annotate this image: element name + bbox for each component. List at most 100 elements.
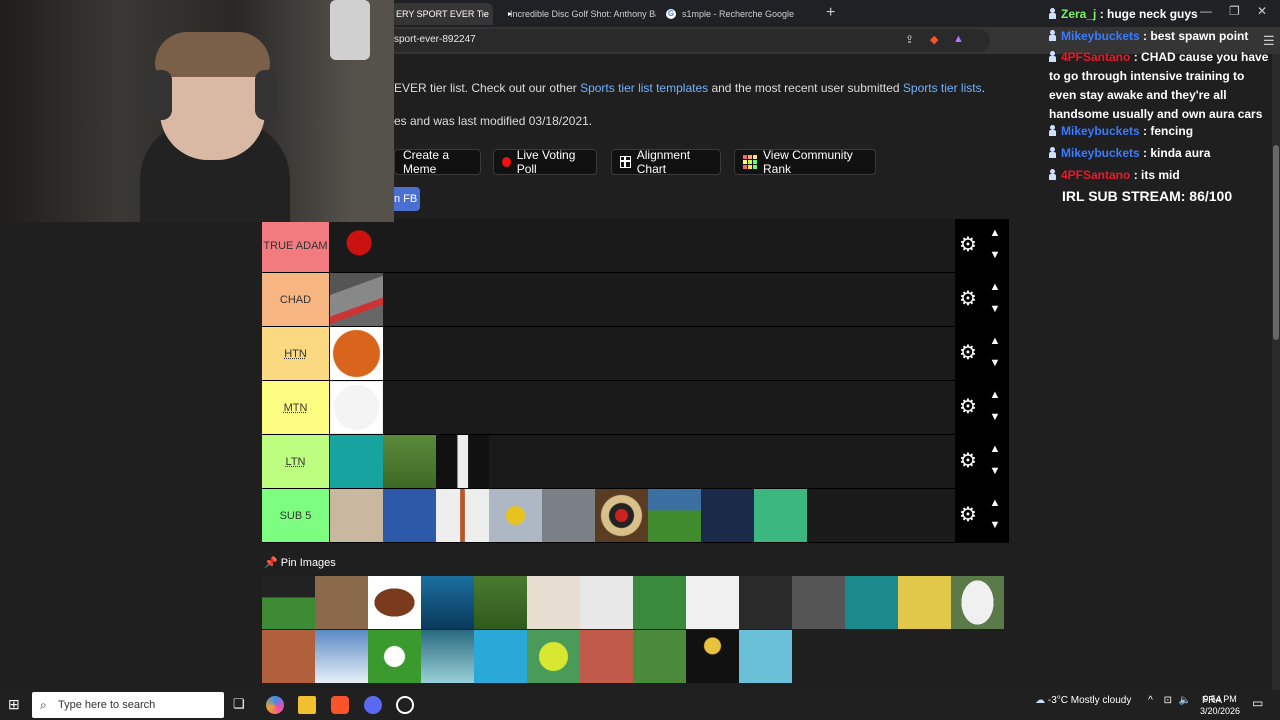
page-scrollbar-thumb[interactable]	[1273, 145, 1279, 340]
tier-item-cricket[interactable]	[436, 489, 489, 542]
pool-item-badminton[interactable]	[898, 576, 951, 629]
tray-chevron-icon[interactable]: ^	[1148, 695, 1153, 706]
obs-icon[interactable]	[396, 696, 414, 714]
tier-item-curling[interactable]	[489, 489, 542, 542]
chat-text: : best spawn point	[1139, 29, 1249, 43]
windows-start-icon[interactable]: ⊞	[8, 696, 26, 714]
tier-label[interactable]: MTN	[262, 381, 329, 434]
chevron-up-icon[interactable]: ▲	[988, 227, 1002, 239]
new-tab-button[interactable]: +	[826, 4, 835, 22]
volume-icon[interactable]: 🔈	[1179, 695, 1191, 706]
file-explorer-icon[interactable]	[298, 696, 316, 714]
create-meme-button[interactable]: Create a Meme	[394, 148, 481, 176]
chevron-up-icon[interactable]: ▲	[988, 281, 1002, 293]
chevron-down-icon[interactable]: ▼	[988, 411, 1002, 423]
notification-icon[interactable]: ▭	[1252, 696, 1270, 714]
community-rank-button[interactable]: View Community Rank	[734, 148, 876, 176]
brave-browser-icon[interactable]	[331, 696, 349, 714]
pool-item-swimming[interactable]	[474, 630, 527, 683]
tier-item-basketball[interactable]	[330, 327, 383, 380]
chevron-down-icon[interactable]: ▼	[988, 303, 1002, 315]
pool-item-skiing[interactable]	[315, 630, 368, 683]
pool-item-tennis[interactable]	[527, 630, 580, 683]
pool-item-track[interactable]	[580, 630, 633, 683]
tab-google[interactable]: G s1mple - Recherche Google	[658, 3, 823, 25]
pool-item-diving[interactable]	[421, 576, 474, 629]
viewer-badge-icon	[1049, 30, 1056, 41]
tier-item-esports[interactable]	[701, 489, 754, 542]
pool-item-mma[interactable]	[739, 576, 792, 629]
chevron-down-icon[interactable]: ▼	[988, 357, 1002, 369]
task-view-icon[interactable]: ❏	[233, 696, 251, 714]
chevron-up-icon[interactable]: ▲	[988, 389, 1002, 401]
tier-label[interactable]: SUB 5	[262, 489, 329, 542]
pool-item-horse-racing[interactable]	[315, 576, 368, 629]
tier-item-f1-racing[interactable]	[330, 273, 383, 326]
chevron-up-icon[interactable]: ▲	[988, 443, 1002, 455]
tier-item-baseball[interactable]	[330, 381, 383, 434]
gear-icon[interactable]: ⚙	[959, 235, 979, 255]
tab-tier-list[interactable]: ERY SPORT EVER Tie ✕	[388, 3, 493, 25]
windows-taskbar: ⊞ ⌕ Type here to search ❏ ☁ -3°C Mostly …	[0, 690, 1280, 720]
tier-label[interactable]: TRUE ADAM	[262, 219, 329, 272]
chevron-down-icon[interactable]: ▼	[988, 249, 1002, 261]
pool-item-ping-pong[interactable]	[845, 576, 898, 629]
tier-item-fingerboard[interactable]	[330, 489, 383, 542]
pool-item-lacrosse[interactable]	[686, 576, 739, 629]
pool-item-rugby[interactable]	[951, 576, 1004, 629]
share-icon[interactable]: ⇪	[905, 33, 914, 46]
pool-item-golf-club[interactable]	[580, 576, 633, 629]
tier-item-billiards[interactable]	[330, 435, 383, 488]
gear-icon[interactable]: ⚙	[959, 397, 979, 417]
sports-tier-lists-link[interactable]: Sports tier lists	[903, 81, 982, 95]
pool-item-stadium[interactable]	[262, 576, 315, 629]
chevron-down-icon[interactable]: ▼	[988, 465, 1002, 477]
live-voting-poll-button[interactable]: Live Voting Poll	[493, 148, 597, 176]
pool-item-soccer-match[interactable]	[633, 576, 686, 629]
sports-templates-link[interactable]: Sports tier list templates	[580, 81, 708, 95]
tier-label[interactable]: LTN	[262, 435, 329, 488]
pool-item-surfing[interactable]	[421, 630, 474, 683]
weather-text[interactable]: -3°C Mostly cloudy	[1048, 695, 1131, 706]
tier-item-fencing[interactable]	[436, 435, 489, 488]
chevron-up-icon[interactable]: ▲	[988, 497, 1002, 509]
gear-icon[interactable]: ⚙	[959, 289, 979, 309]
tier-item-bowling[interactable]	[383, 489, 436, 542]
chat-message: Mikeybuckets : kinda aura	[1049, 144, 1271, 163]
chevron-up-icon[interactable]: ▲	[988, 335, 1002, 347]
pool-item-golf[interactable]	[474, 576, 527, 629]
pool-item-water-polo[interactable]	[739, 630, 792, 683]
tier-item-boxing-glove[interactable]	[330, 219, 383, 272]
gear-icon[interactable]: ⚙	[959, 505, 979, 525]
pin-images-toggle[interactable]: 📌 Pin Images	[264, 556, 336, 569]
taskbar-clock[interactable]: 9:54 PM 3/20/2026	[1200, 693, 1240, 717]
share-fb-button[interactable]: n FB	[394, 187, 420, 211]
tier-item-field-hockey[interactable]	[754, 489, 807, 542]
taskbar-search-box[interactable]: ⌕ Type here to search	[32, 692, 224, 718]
brave-shield-icon[interactable]: ◆	[930, 33, 938, 46]
alignment-chart-button[interactable]: Alignment Chart	[611, 148, 721, 176]
chevron-down-icon[interactable]: ▼	[988, 519, 1002, 531]
pool-item-clay-court[interactable]	[262, 630, 315, 683]
network-icon[interactable]: ⊡	[1164, 695, 1172, 706]
gear-icon[interactable]: ⚙	[959, 451, 979, 471]
tier-item-cycling[interactable]	[542, 489, 595, 542]
tier-item-disc-golf[interactable]	[648, 489, 701, 542]
pool-item-ultimate-frisbee[interactable]	[633, 630, 686, 683]
url-text[interactable]: sport-ever-892247	[394, 34, 476, 45]
pool-item-finger-sport[interactable]	[527, 576, 580, 629]
copilot-icon[interactable]	[266, 696, 284, 714]
pool-item-nascar[interactable]	[792, 576, 845, 629]
clock-time: 9:54 PM	[1203, 694, 1237, 704]
tier-label[interactable]: HTN	[262, 327, 329, 380]
discord-icon[interactable]	[364, 696, 382, 714]
pool-item-american-football[interactable]	[368, 576, 421, 629]
pool-item-volleyball[interactable]	[686, 630, 739, 683]
tier-item-darts[interactable]	[595, 489, 648, 542]
gear-icon[interactable]: ⚙	[959, 343, 979, 363]
tier-label[interactable]: CHAD	[262, 273, 329, 326]
pool-item-soccer-ball[interactable]	[368, 630, 421, 683]
rewards-icon[interactable]: ▲	[953, 33, 964, 45]
tab-youtube[interactable]: Incredible Disc Golf Shot: Anthony Ba	[496, 3, 656, 25]
tier-item-croquet[interactable]	[383, 435, 436, 488]
